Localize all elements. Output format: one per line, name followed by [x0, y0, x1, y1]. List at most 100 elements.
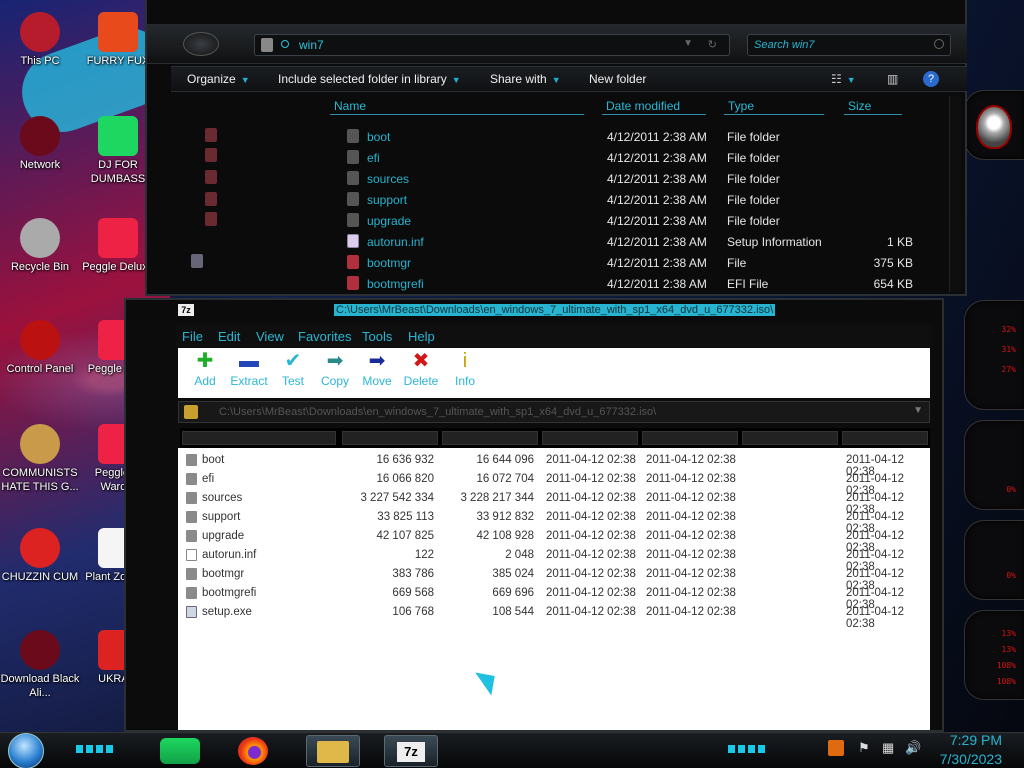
- file-name: boot: [367, 130, 391, 144]
- scrollbar[interactable]: [949, 96, 961, 292]
- nav-item-icon[interactable]: [205, 170, 217, 184]
- nav-item-icon[interactable]: [205, 212, 217, 226]
- menu-file[interactable]: File: [182, 329, 203, 344]
- nav-item-icon[interactable]: [205, 128, 217, 142]
- gauge-value: 108%: [996, 661, 1016, 670]
- volume-icon[interactable]: 🔊: [905, 740, 921, 756]
- col-name[interactable]: Name: [330, 99, 584, 115]
- copy-icon: ➡: [326, 350, 344, 372]
- col-header[interactable]: [442, 431, 538, 445]
- search-input[interactable]: Search win7: [747, 34, 951, 56]
- archive-row[interactable]: support 33 825 113 33 912 832 2011-04-12 02…: [178, 508, 930, 535]
- nav-item-icon[interactable]: [191, 254, 203, 268]
- title-bar[interactable]: 7z C:\Users\MrBeast\Downloads\en_windows…: [126, 300, 942, 322]
- archive-row[interactable]: setup.exe 106 768 108 544 2011-04-12 02:38 2…: [178, 603, 930, 630]
- network-icon[interactable]: ▦: [882, 740, 894, 756]
- explorer-taskbar-icon[interactable]: [306, 735, 360, 767]
- menu-edit[interactable]: Edit: [218, 329, 240, 344]
- chevron-icon: [281, 40, 289, 48]
- archive-created: 2011-04-12 02:38: [646, 587, 736, 599]
- nav-item-icon[interactable]: [205, 192, 217, 206]
- menu-favorites[interactable]: Favorites: [298, 329, 351, 344]
- refresh-icon[interactable]: ↻: [708, 38, 717, 51]
- archive-row[interactable]: autorun.inf 122 2 048 2011-04-12 02:38 2011-…: [178, 546, 930, 573]
- file-row[interactable]: boot 4/12/2011 2:38 AM File folder: [347, 126, 947, 147]
- desktop-icon[interactable]: CHUZZIN CUM: [0, 528, 80, 585]
- col-header[interactable]: [842, 431, 928, 445]
- tool-add-button[interactable]: ✚ Add: [182, 348, 228, 388]
- file-row[interactable]: upgrade 4/12/2011 2:38 AM File folder: [347, 210, 947, 231]
- tool-move-button[interactable]: ➡ Move: [354, 348, 400, 388]
- add-icon: ✚: [196, 350, 214, 372]
- tool-extract-button[interactable]: ▬ Extract: [226, 348, 272, 388]
- back-button[interactable]: [183, 32, 219, 56]
- file-row[interactable]: efi 4/12/2011 2:38 AM File folder: [347, 147, 947, 168]
- desktop-icon[interactable]: Download Black Ali...: [0, 630, 80, 701]
- archive-size: 42 107 825: [376, 530, 434, 542]
- desktop-icon[interactable]: Recycle Bin: [0, 218, 80, 275]
- col-date-modified[interactable]: Date modified: [602, 99, 706, 115]
- help-icon[interactable]: ?: [923, 71, 939, 87]
- start-button[interactable]: [8, 733, 44, 768]
- address-bar[interactable]: win7 ▼ ↻: [254, 34, 730, 56]
- gauge-value: 32%: [1001, 325, 1016, 334]
- archive-row[interactable]: sources 3 227 542 334 3 228 217 344 2011-04…: [178, 489, 930, 516]
- desktop-icon[interactable]: Network: [0, 116, 80, 173]
- folder-up-icon[interactable]: [184, 405, 198, 419]
- archive-row[interactable]: boot 16 636 932 16 644 096 2011-04-12 02:38…: [178, 451, 930, 478]
- new-folder-button[interactable]: New folder: [589, 72, 646, 86]
- archive-row[interactable]: upgrade 42 107 825 42 108 928 2011-04-12 02…: [178, 527, 930, 554]
- chevron-down-icon[interactable]: ▼: [683, 38, 693, 49]
- sevenzip-logo-icon: 7z: [178, 304, 194, 316]
- desktop-icon[interactable]: Control Panel: [0, 320, 80, 377]
- gauge-value: 0%: [1006, 485, 1016, 494]
- col-header[interactable]: [742, 431, 838, 445]
- col-header[interactable]: [342, 431, 438, 445]
- desktop-icon[interactable]: This PC: [0, 12, 80, 69]
- path-bar[interactable]: C:\Users\MrBeast\Downloads\en_windows_7_…: [178, 401, 930, 423]
- archive-row[interactable]: efi 16 066 820 16 072 704 2011-04-12 02:38 2…: [178, 470, 930, 497]
- col-size[interactable]: Size: [844, 99, 902, 115]
- clock[interactable]: 7:29 PM 7/30/2023: [940, 731, 1002, 768]
- archive-modified: 2011-04-12 02:38: [546, 492, 636, 504]
- menu-view[interactable]: View: [256, 329, 284, 344]
- view-options-icon[interactable]: ☷ ▼: [831, 72, 856, 86]
- tool-copy-button[interactable]: ➡ Copy: [312, 348, 358, 388]
- share-with-button[interactable]: Share with ▼: [490, 72, 561, 86]
- flag-icon[interactable]: ⚑: [858, 740, 870, 756]
- tool-info-button[interactable]: i Info: [442, 348, 488, 388]
- move-icon: ➡: [368, 350, 386, 372]
- desktop-icon[interactable]: COMMUNISTS HATE THIS G...: [0, 424, 80, 495]
- desktop-icon-label: CHUZZIN CUM: [1, 571, 79, 583]
- col-header[interactable]: [182, 431, 336, 445]
- nav-item-icon[interactable]: [205, 148, 217, 162]
- folder-icon: [186, 511, 197, 523]
- archive-packed: 33 912 832: [476, 511, 534, 523]
- col-type[interactable]: Type: [724, 99, 824, 115]
- desktop-icon-label: Control Panel: [6, 363, 74, 375]
- tool-test-button[interactable]: ✔ Test: [270, 348, 316, 388]
- firefox-taskbar-icon[interactable]: [238, 737, 268, 765]
- spotify-taskbar-icon[interactable]: [160, 738, 200, 764]
- archive-created: 2011-04-12 02:38: [646, 454, 736, 466]
- archive-row[interactable]: bootmgrefi 669 568 669 696 2011-04-12 02:38…: [178, 584, 930, 611]
- chevron-down-icon[interactable]: ▼: [913, 405, 923, 416]
- folder-icon: [186, 568, 197, 580]
- menu-tools[interactable]: Tools: [362, 329, 392, 344]
- organize-button[interactable]: Organize ▼: [187, 72, 250, 86]
- menu-help[interactable]: Help: [408, 329, 435, 344]
- file-date: 4/12/2011 2:38 AM: [607, 172, 707, 186]
- preview-pane-icon[interactable]: ▥: [887, 72, 898, 86]
- include-in-library-button[interactable]: Include selected folder in library ▼: [278, 72, 461, 86]
- file-row[interactable]: autorun.inf 4/12/2011 2:38 AM Setup Inform…: [347, 231, 947, 252]
- file-row[interactable]: bootmgrefi 4/12/2011 2:38 AM EFI File 654 K…: [347, 273, 947, 294]
- file-row[interactable]: bootmgr 4/12/2011 2:38 AM File 375 KB: [347, 252, 947, 273]
- file-row[interactable]: support 4/12/2011 2:38 AM File folder: [347, 189, 947, 210]
- sevenzip-taskbar-icon[interactable]: 7z: [384, 735, 438, 767]
- tool-delete-button[interactable]: ✖ Delete: [398, 348, 444, 388]
- tray-app-icon[interactable]: [828, 740, 844, 756]
- file-row[interactable]: sources 4/12/2011 2:38 AM File folder: [347, 168, 947, 189]
- archive-row[interactable]: bootmgr 383 786 385 024 2011-04-12 02:38 201…: [178, 565, 930, 592]
- col-header[interactable]: [542, 431, 638, 445]
- col-header[interactable]: [642, 431, 738, 445]
